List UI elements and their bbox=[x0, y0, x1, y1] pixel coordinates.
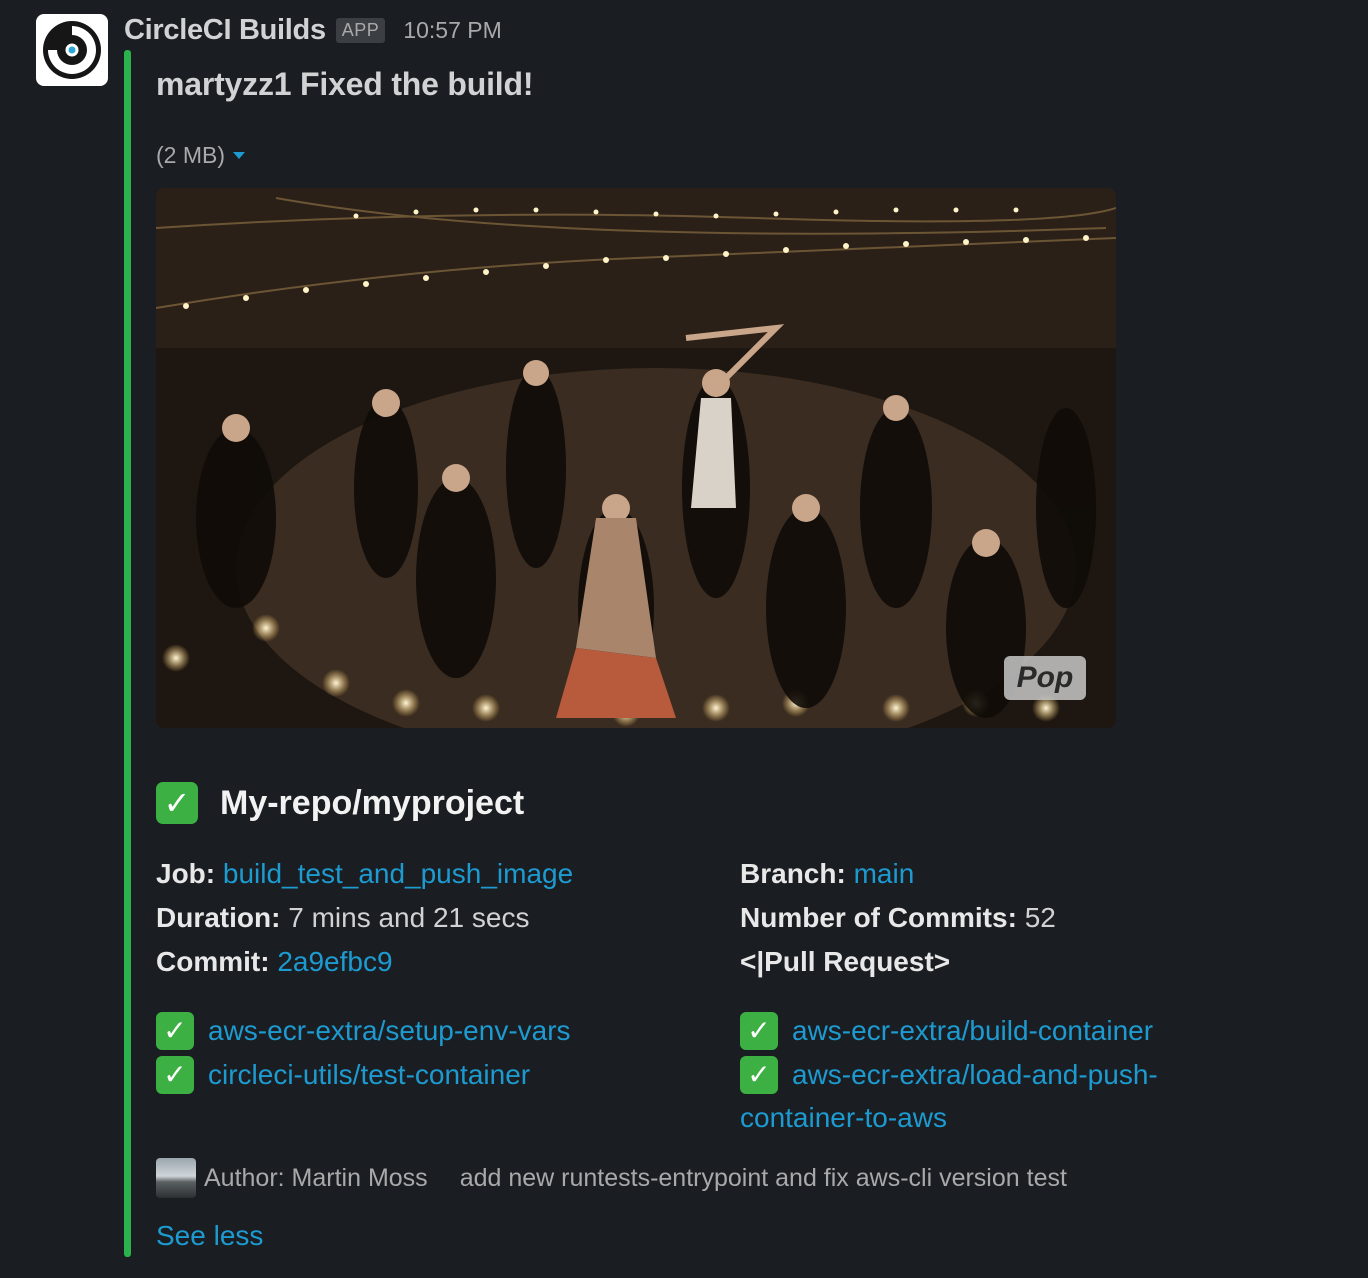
app-badge: APP bbox=[335, 17, 386, 43]
author-avatar[interactable] bbox=[156, 1158, 196, 1198]
pop-watermark-logo: Pop bbox=[1004, 656, 1086, 700]
message-timestamp[interactable]: 10:57 PM bbox=[403, 17, 501, 44]
step-link[interactable]: aws-ecr-extra/setup-env-vars bbox=[208, 1012, 571, 1050]
step-link[interactable]: aws-ecr-extra/load-and-push- bbox=[792, 1056, 1158, 1094]
commits-count-field: Number of Commits: 52 bbox=[740, 902, 1056, 934]
commit-label: Commit: bbox=[156, 946, 270, 977]
step-link-continuation[interactable]: container-to-aws bbox=[740, 1102, 947, 1134]
file-size-label: (2 MB) bbox=[156, 142, 225, 168]
job-label: Job: bbox=[156, 858, 216, 889]
pull-request-link[interactable]: <|Pull Request> bbox=[740, 946, 950, 977]
circleci-logo-icon[interactable] bbox=[36, 14, 108, 86]
branch-link[interactable]: main bbox=[854, 858, 915, 889]
step-link[interactable]: circleci-utils/test-container bbox=[208, 1056, 530, 1094]
check-mark-icon: ✓ bbox=[156, 1056, 194, 1094]
repo-heading: ✓ My-repo/myproject bbox=[156, 782, 524, 824]
check-mark-icon: ✓ bbox=[156, 1012, 194, 1050]
file-size-toggle[interactable]: (2 MB) bbox=[156, 142, 245, 169]
branch-field: Branch: main bbox=[740, 858, 914, 890]
party-gif-image[interactable]: Pop bbox=[156, 188, 1116, 728]
author-row: Author: Martin Moss add new runtests-ent… bbox=[156, 1158, 1067, 1198]
check-mark-icon: ✓ bbox=[740, 1056, 778, 1094]
attachment-color-bar bbox=[124, 50, 131, 1257]
check-mark-icon: ✓ bbox=[156, 782, 198, 824]
step-item[interactable]: ✓ aws-ecr-extra/load-and-push- bbox=[740, 1056, 1158, 1094]
repo-name: My-repo/myproject bbox=[220, 783, 525, 822]
caret-down-icon[interactable] bbox=[233, 152, 245, 159]
check-mark-icon: ✓ bbox=[740, 1012, 778, 1050]
commit-link[interactable]: 2a9efbc9 bbox=[277, 946, 392, 977]
step-item[interactable]: ✓ circleci-utils/test-container bbox=[156, 1056, 530, 1094]
step-item[interactable]: ✓ aws-ecr-extra/setup-env-vars bbox=[156, 1012, 571, 1050]
branch-label: Branch: bbox=[740, 858, 846, 889]
author-name: Author: Martin Moss bbox=[204, 1163, 428, 1192]
message-title: martyzz1 Fixed the build! bbox=[156, 66, 534, 102]
message-header: CircleCI Builds APP 10:57 PM bbox=[124, 12, 502, 48]
commit-message: add new runtests-entrypoint and fix aws-… bbox=[459, 1163, 1067, 1192]
commits-count-value: 52 bbox=[1024, 902, 1056, 933]
commit-field: Commit: 2a9efbc9 bbox=[156, 946, 393, 978]
job-field: Job: build_test_and_push_image bbox=[156, 858, 573, 890]
pull-request-field[interactable]: <|Pull Request> bbox=[740, 946, 950, 978]
duration-field: Duration: 7 mins and 21 secs bbox=[156, 902, 529, 934]
see-less-link[interactable]: See less bbox=[156, 1220, 263, 1252]
commits-count-label: Number of Commits: bbox=[740, 902, 1017, 933]
sender-name[interactable]: CircleCI Builds bbox=[124, 14, 326, 47]
job-link[interactable]: build_test_and_push_image bbox=[223, 858, 573, 889]
duration-label: Duration: bbox=[156, 902, 281, 933]
duration-value: 7 mins and 21 secs bbox=[288, 902, 530, 933]
step-item[interactable]: ✓ aws-ecr-extra/build-container bbox=[740, 1012, 1153, 1050]
step-link[interactable]: aws-ecr-extra/build-container bbox=[792, 1012, 1153, 1050]
party-scene-illustration bbox=[156, 188, 1116, 728]
